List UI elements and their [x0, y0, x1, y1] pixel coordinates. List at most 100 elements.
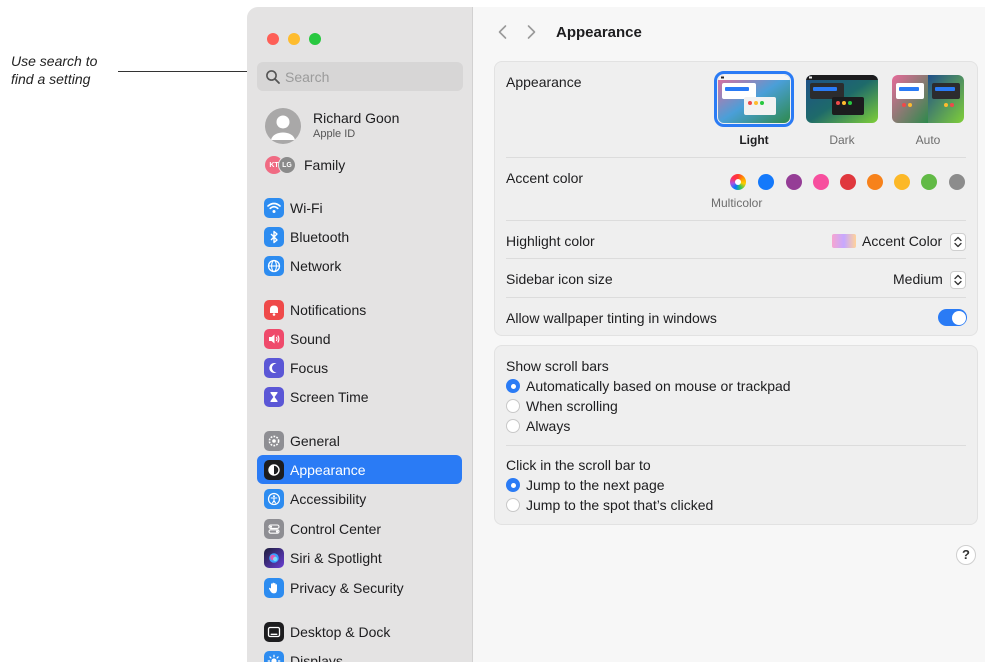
- scroll-click-radio-next-page[interactable]: [506, 478, 520, 492]
- dock-icon: [264, 621, 284, 642]
- sidebar-item-displays[interactable]: Displays: [257, 646, 462, 662]
- sidebar-item-label: Sound: [290, 330, 331, 347]
- accent-swatch-blue[interactable]: [758, 174, 774, 190]
- chevron-up-down-icon: [954, 274, 962, 286]
- help-button[interactable]: ?: [956, 545, 976, 565]
- close-button[interactable]: [267, 33, 279, 45]
- toggle-knob: [951, 310, 966, 325]
- appearance-option-auto-label: Auto: [915, 133, 941, 147]
- apple-id-row[interactable]: Richard Goon Apple ID: [265, 108, 465, 148]
- family-avatar-lg: LG: [278, 156, 296, 174]
- sidebar-item-screen-time[interactable]: Screen Time: [257, 382, 462, 411]
- minimize-button[interactable]: [288, 33, 300, 45]
- sidebar-item-desktop-dock[interactable]: Desktop & Dock: [257, 617, 462, 646]
- scroll-bars-option-automatic[interactable]: Automatically based on mouse or trackpad: [526, 378, 791, 394]
- profile-name: Richard Goon: [313, 110, 400, 126]
- divider: [506, 258, 966, 259]
- moon-icon: [264, 357, 284, 378]
- scroll-bars-radio-when-scrolling[interactable]: [506, 399, 520, 413]
- zoom-button[interactable]: [309, 33, 321, 45]
- dark-mode-thumbnail: [806, 75, 878, 123]
- light-mode-thumbnail: [718, 75, 790, 123]
- scroll-bars-radio-always[interactable]: [506, 419, 520, 433]
- chevron-left-icon[interactable]: [495, 23, 511, 41]
- sidebar-item-label: General: [290, 432, 340, 449]
- scroll-bars-option-when-scrolling[interactable]: When scrolling: [526, 398, 618, 414]
- accent-swatch-purple[interactable]: [786, 174, 802, 190]
- sidebar-item-sound[interactable]: Sound: [257, 324, 462, 353]
- sidebar-item-label: Network: [290, 257, 342, 274]
- chevron-right-icon[interactable]: [523, 23, 539, 41]
- sidebar-item-control-center[interactable]: Control Center: [257, 514, 462, 543]
- annotation-line-1: Use search to: [11, 53, 98, 69]
- accent-swatch-pink[interactable]: [813, 174, 829, 190]
- sidebar-item-label: Wi-Fi: [290, 199, 323, 216]
- hand-icon: [264, 577, 284, 598]
- accent-selected-label: Multicolor: [711, 196, 763, 210]
- accent-color-label: Accent color: [506, 170, 584, 186]
- sidebar-item-label: Screen Time: [290, 388, 369, 405]
- annotation-leader-line: [118, 71, 258, 72]
- globe-icon: [264, 255, 284, 276]
- search-input[interactable]: [285, 68, 455, 85]
- sidebar-item-label: Focus: [290, 359, 329, 376]
- auto-mode-thumbnail: [892, 75, 964, 123]
- divider: [506, 297, 966, 298]
- sidebar-item-network[interactable]: Network: [257, 251, 462, 280]
- accessibility-icon: [264, 488, 284, 509]
- sidebar-item-focus[interactable]: Focus: [257, 353, 462, 382]
- sidebar-item-general[interactable]: General: [257, 426, 462, 455]
- accent-swatch-green[interactable]: [921, 174, 937, 190]
- sidebar-item-accessibility[interactable]: Accessibility: [257, 484, 462, 513]
- content-pane: Appearance Appearance Light Dark Auto Ac…: [473, 7, 985, 662]
- sidebar-item-label: Accessibility: [290, 490, 367, 507]
- scroll-click-option-spot-clicked[interactable]: Jump to the spot that’s clicked: [526, 497, 713, 513]
- sidebar-icon-size-value[interactable]: Medium: [893, 271, 943, 287]
- accent-swatch-red[interactable]: [840, 174, 856, 190]
- chevron-up-down-icon: [954, 236, 962, 248]
- profile-subtitle: Apple ID: [313, 128, 356, 140]
- sidebar-item-family[interactable]: KT LG Family: [265, 154, 465, 176]
- accent-swatch-yellow[interactable]: [894, 174, 910, 190]
- sidebar-item-wifi[interactable]: Wi-Fi: [257, 193, 462, 222]
- sidebar-item-siri-spotlight[interactable]: Siri & Spotlight: [257, 543, 462, 572]
- appearance-settings-panel: Appearance Light Dark Auto Accent color …: [494, 61, 978, 336]
- system-settings-window: Richard Goon Apple ID KT LG Family Wi-Fi…: [247, 7, 985, 662]
- highlight-color-popup-button[interactable]: [950, 233, 966, 251]
- appearance-option-light[interactable]: [714, 71, 794, 127]
- sidebar-icon-size-popup-button[interactable]: [950, 271, 966, 289]
- appearance-option-dark[interactable]: [806, 75, 878, 123]
- appearance-option-auto[interactable]: [892, 75, 964, 123]
- sidebar-item-label: Desktop & Dock: [290, 623, 391, 640]
- scroll-bars-radio-automatic[interactable]: [506, 379, 520, 393]
- wallpaper-tinting-toggle[interactable]: [938, 309, 967, 326]
- accent-swatch-multicolor[interactable]: [730, 174, 746, 190]
- scroll-click-label: Click in the scroll bar to: [506, 457, 651, 473]
- page-title: Appearance: [556, 24, 642, 41]
- scroll-click-option-next-page[interactable]: Jump to the next page: [526, 477, 665, 493]
- scroll-click-radio-spot-clicked[interactable]: [506, 498, 520, 512]
- sidebar-item-label: Displays: [290, 652, 343, 662]
- wifi-icon: [264, 197, 284, 218]
- highlight-color-value[interactable]: Accent Color: [862, 233, 942, 249]
- sidebar-item-notifications[interactable]: Notifications: [257, 295, 462, 324]
- appearance-option-light-label: Light: [739, 133, 769, 147]
- control-center-icon: [264, 518, 284, 539]
- search-field[interactable]: [257, 62, 463, 91]
- sidebar-item-label: Siri & Spotlight: [290, 549, 382, 566]
- highlight-color-swatch: [832, 234, 856, 248]
- wallpaper-tinting-label: Allow wallpaper tinting in windows: [506, 310, 717, 326]
- sidebar-item-bluetooth[interactable]: Bluetooth: [257, 222, 462, 251]
- accent-swatch-orange[interactable]: [867, 174, 883, 190]
- avatar: [265, 108, 301, 144]
- search-annotation: Use search to find a setting: [11, 52, 131, 88]
- divider: [506, 157, 966, 158]
- sidebar-item-label: Privacy & Security: [290, 579, 404, 596]
- search-icon: [266, 69, 280, 84]
- accent-swatch-graphite[interactable]: [949, 174, 965, 190]
- sidebar-item-privacy-security[interactable]: Privacy & Security: [257, 573, 462, 602]
- sidebar-item-appearance[interactable]: Appearance: [257, 455, 462, 484]
- sidebar-item-label: Control Center: [290, 520, 382, 537]
- gear-icon: [264, 430, 284, 451]
- scroll-bars-option-always[interactable]: Always: [526, 418, 570, 434]
